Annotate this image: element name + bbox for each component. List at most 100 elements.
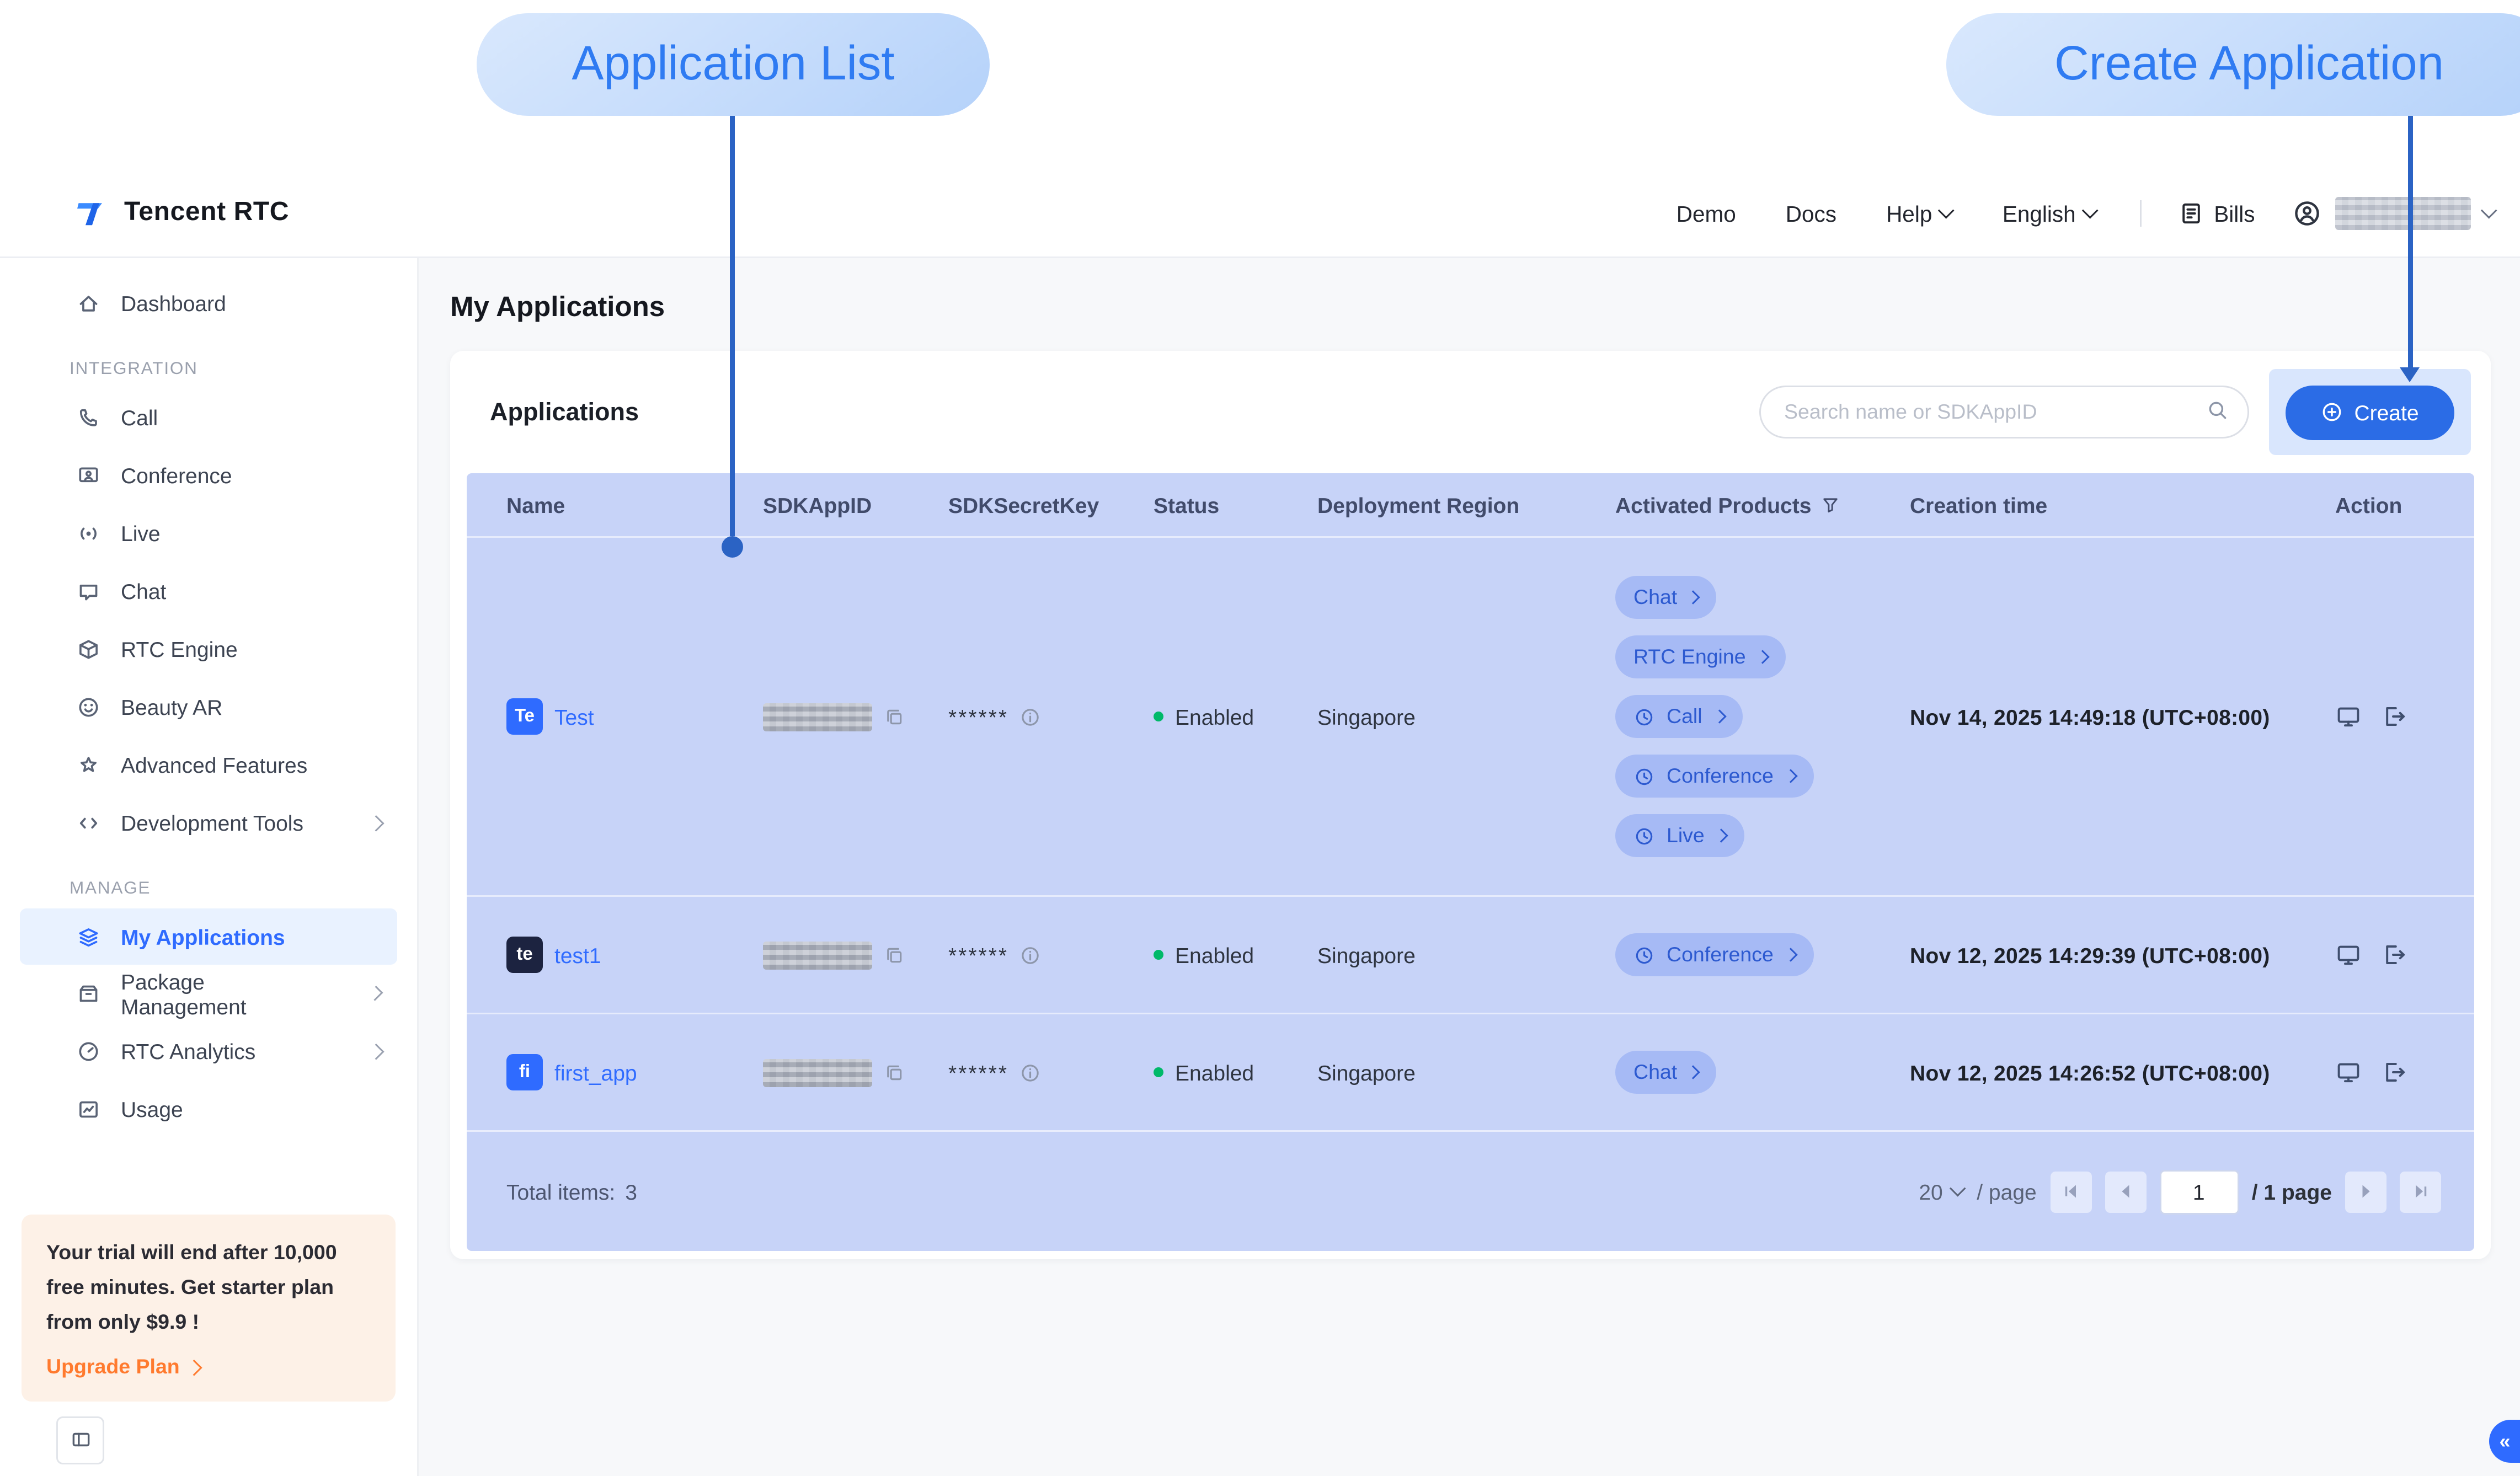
chevron-down-icon — [2481, 204, 2496, 219]
top-nav: Tencent RTC Demo Docs Help English Bills — [0, 170, 2520, 256]
col-action: Action — [2335, 493, 2474, 517]
enabled-dot — [1154, 1067, 1163, 1077]
search-icon[interactable] — [2206, 399, 2229, 422]
nav-demo[interactable]: Demo — [1677, 201, 1736, 226]
info-icon[interactable] — [1020, 944, 1042, 966]
app-name-link[interactable]: first_app — [554, 1060, 637, 1085]
chevron-right-icon — [1686, 1065, 1700, 1079]
annotation-application-list: Application List — [477, 13, 990, 116]
cube-icon — [76, 637, 101, 662]
copy-icon[interactable] — [884, 1062, 905, 1083]
chevron-right-icon — [367, 816, 383, 831]
prev-page-button[interactable] — [2105, 1171, 2146, 1212]
sidebar-item-chat[interactable]: Chat — [0, 563, 417, 621]
sidebar-item-live[interactable]: Live — [0, 505, 417, 563]
account-area[interactable] — [2292, 197, 2495, 230]
info-icon[interactable] — [1020, 706, 1042, 728]
card-header: Applications Create — [450, 351, 2491, 473]
layers-icon — [76, 924, 101, 949]
search-box — [1759, 386, 2249, 438]
sidebar-item-conference[interactable]: Conference — [0, 447, 417, 505]
table-row: te test1 ****** Enab — [467, 895, 2474, 1013]
enter-icon[interactable] — [2382, 942, 2408, 968]
create-button[interactable]: Create — [2286, 385, 2454, 440]
sidebar-item-development-tools[interactable]: Development Tools — [0, 794, 417, 852]
user-avatar-icon — [2292, 199, 2321, 228]
nav-language[interactable]: English — [2003, 201, 2096, 226]
trial-clock-icon — [1633, 825, 1655, 847]
action-cell — [2335, 942, 2474, 968]
next-page-button[interactable] — [2345, 1171, 2386, 1212]
info-icon[interactable] — [1020, 1062, 1042, 1083]
last-page-button[interactable] — [2400, 1171, 2441, 1212]
name-cell: te test1 — [506, 937, 763, 973]
status-cell: Enabled — [1154, 704, 1317, 729]
product-tag-call[interactable]: Call — [1615, 695, 1742, 738]
next-page-icon — [2358, 1183, 2374, 1200]
sidebar-item-usage[interactable]: Usage — [0, 1081, 417, 1138]
page-number-input[interactable] — [2159, 1169, 2239, 1214]
filter-icon[interactable] — [1821, 495, 1841, 515]
brand[interactable]: Tencent RTC — [73, 197, 289, 230]
upgrade-plan-link[interactable]: Upgrade Plan — [46, 1355, 371, 1378]
col-sdkappid: SDKAppID — [763, 493, 948, 517]
product-tag-live[interactable]: Live — [1615, 814, 1744, 857]
sidebar-item-beauty-ar[interactable]: Beauty AR — [0, 678, 417, 736]
annotation-arrow — [2400, 367, 2420, 382]
nav-bills[interactable]: Bills — [2177, 200, 2255, 227]
page-size-select[interactable]: 20 — [1919, 1179, 1963, 1204]
chevron-right-icon — [368, 986, 383, 1001]
product-tag-conference[interactable]: Conference — [1615, 933, 1813, 976]
star-icon — [76, 753, 101, 778]
copy-icon[interactable] — [884, 944, 905, 966]
sidebar-item-advanced-features[interactable]: Advanced Features — [0, 736, 417, 794]
monitor-icon[interactable] — [2335, 703, 2362, 730]
nav-docs[interactable]: Docs — [1786, 201, 1836, 226]
product-tag-rtc-engine[interactable]: RTC Engine — [1615, 635, 1786, 678]
enter-icon[interactable] — [2382, 703, 2408, 730]
annotation-create-application: Create Application — [1946, 13, 2520, 116]
package-icon — [76, 981, 101, 1006]
first-page-icon — [2062, 1183, 2079, 1200]
status-cell: Enabled — [1154, 943, 1317, 967]
app-name-link[interactable]: Test — [554, 704, 594, 729]
create-plus-icon — [2321, 400, 2344, 424]
search-input[interactable] — [1759, 386, 2249, 438]
app-name-link[interactable]: test1 — [554, 943, 601, 967]
copy-icon[interactable] — [884, 706, 905, 728]
sidebar-item-dashboard[interactable]: Dashboard — [0, 275, 417, 333]
products-cell: Conference — [1615, 933, 1910, 976]
page-title: My Applications — [450, 291, 2491, 324]
first-page-button[interactable] — [2050, 1171, 2091, 1212]
product-tag-chat[interactable]: Chat — [1615, 1051, 1717, 1094]
annotation-dot — [722, 536, 743, 558]
secret-cell: ****** — [948, 704, 1154, 729]
page-count-label: / 1 page — [2252, 1179, 2332, 1204]
monitor-icon[interactable] — [2335, 1059, 2362, 1085]
enter-icon[interactable] — [2382, 1059, 2408, 1085]
product-tag-chat[interactable]: Chat — [1615, 576, 1717, 619]
products-cell: Chat — [1615, 1051, 1910, 1094]
chevron-right-icon — [186, 1359, 201, 1375]
sidebar: Dashboard INTEGRATION Call Conference Li… — [0, 258, 419, 1476]
col-creation-time: Creation time — [1910, 493, 2335, 517]
region-cell: Singapore — [1317, 704, 1615, 729]
usage-chart-icon — [76, 1097, 101, 1122]
product-tag-conference[interactable]: Conference — [1615, 755, 1813, 798]
creation-time-cell: Nov 14, 2025 14:49:18 (UTC+08:00) — [1910, 704, 2335, 729]
name-cell: fi first_app — [506, 1054, 763, 1090]
table-footer: Total items: 3 20 / page — [467, 1130, 2474, 1251]
sidebar-item-my-applications[interactable]: My Applications — [20, 908, 397, 965]
collapse-sidebar-button[interactable] — [56, 1416, 104, 1464]
sidebar-item-rtc-analytics[interactable]: RTC Analytics — [0, 1023, 417, 1081]
trial-notice: Your trial will end after 10,000 free mi… — [22, 1215, 396, 1402]
nav-help[interactable]: Help — [1886, 201, 1953, 226]
username-redacted — [2335, 197, 2470, 230]
annotation-line-application-list — [730, 116, 735, 536]
sidebar-item-call[interactable]: Call — [0, 389, 417, 447]
trial-text: Your trial will end after 10,000 free mi… — [46, 1236, 371, 1340]
sidebar-item-rtc-engine[interactable]: RTC Engine — [0, 621, 417, 678]
monitor-icon[interactable] — [2335, 942, 2362, 968]
sidebar-item-package-management[interactable]: Package Management — [0, 965, 417, 1023]
sdkappid-cell — [763, 941, 948, 969]
